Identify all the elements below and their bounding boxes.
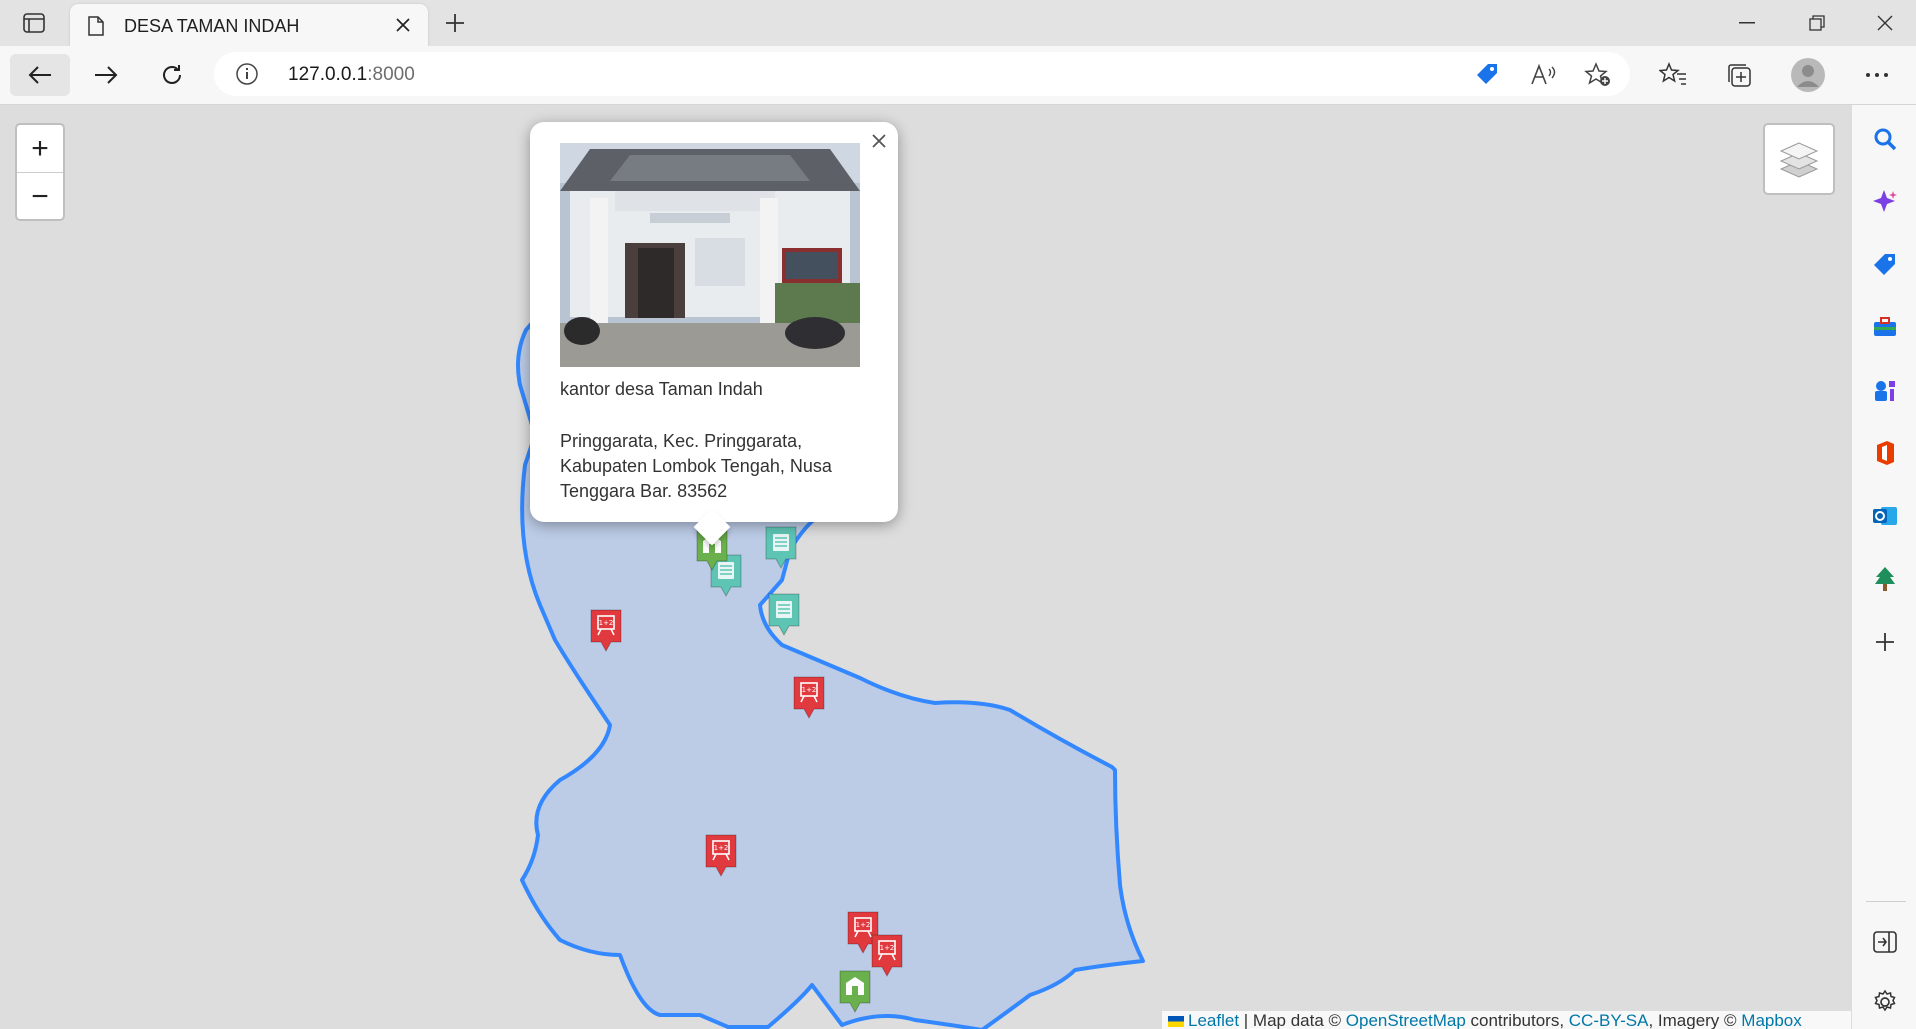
office-icon[interactable]	[1868, 436, 1902, 470]
svg-text:1+2: 1+2	[856, 921, 871, 929]
attribution-text: contributors,	[1465, 1011, 1569, 1029]
osm-link[interactable]: OpenStreetMap	[1346, 1011, 1466, 1029]
plus-icon[interactable]	[440, 8, 470, 38]
office-marker[interactable]	[763, 525, 799, 571]
favorites-icon[interactable]	[1656, 58, 1690, 92]
profile-icon[interactable]	[1791, 58, 1825, 92]
svg-text:1+2: 1+2	[880, 944, 895, 952]
add-favorite-icon[interactable]	[1584, 62, 1610, 88]
license-link[interactable]: CC-BY-SA	[1569, 1011, 1649, 1029]
tree-icon[interactable]	[1868, 562, 1902, 596]
back-arrow-icon[interactable]	[10, 54, 70, 96]
read-aloud-icon[interactable]	[1530, 62, 1556, 88]
school-marker[interactable]: 1+2	[588, 608, 624, 654]
address-bar[interactable]: 127.0.0.1:8000	[214, 52, 1630, 96]
tab-actions-icon[interactable]	[12, 8, 56, 38]
popup-close-icon[interactable]	[868, 130, 890, 152]
add-icon[interactable]	[1868, 625, 1902, 659]
sidebar-divider	[1866, 901, 1906, 902]
restore-icon[interactable]	[1787, 6, 1847, 40]
hide-sidebar-icon[interactable]	[1868, 925, 1902, 959]
close-window-icon[interactable]	[1855, 6, 1915, 40]
browser-toolbar: 127.0.0.1:8000	[0, 46, 1916, 105]
popup-place-name: kantor desa Taman Indah	[560, 379, 763, 399]
school-marker[interactable]: 1+2	[791, 675, 827, 721]
tab-bar: DESA TAMAN INDAH	[0, 0, 1916, 46]
svg-text:1+2: 1+2	[802, 686, 817, 694]
tools-icon[interactable]	[1868, 310, 1902, 344]
page-icon	[88, 16, 104, 41]
map-attribution: Leaflet | Map data © OpenStreetMap contr…	[1162, 1011, 1851, 1029]
layers-control[interactable]	[1763, 123, 1835, 195]
attribution-text: | Map data ©	[1239, 1011, 1346, 1029]
zoom-out-button[interactable]: −	[17, 173, 63, 219]
school-marker[interactable]: 1+2	[869, 933, 905, 979]
layers-icon	[1779, 142, 1819, 178]
attribution-text: , Imagery ©	[1648, 1011, 1742, 1029]
shopping-icon[interactable]	[1868, 248, 1902, 282]
copilot-icon[interactable]	[1868, 185, 1902, 219]
forward-arrow-icon[interactable]	[76, 54, 136, 96]
zoom-control: + −	[15, 123, 65, 221]
info-icon[interactable]	[236, 63, 258, 90]
mapbox-link[interactable]: Mapbox	[1741, 1011, 1801, 1029]
tag-icon[interactable]	[1474, 62, 1500, 88]
browser-tab[interactable]: DESA TAMAN INDAH	[70, 4, 428, 46]
collections-icon[interactable]	[1722, 58, 1756, 92]
more-icon[interactable]	[1860, 58, 1894, 92]
office-marker[interactable]	[766, 592, 802, 638]
school-marker[interactable]: 1+2	[703, 833, 739, 879]
office-photo	[560, 143, 860, 367]
url-host: 127.0.0.1	[288, 64, 368, 85]
ukraine-flag-icon	[1168, 1016, 1184, 1027]
outlook-icon[interactable]	[1868, 499, 1902, 533]
village-boundary[interactable]	[0, 105, 1851, 1029]
map-canvas[interactable]: 1+2 1+2 1+2 1+2 1+2 + − kantor desa Tama…	[0, 105, 1851, 1029]
minimize-icon[interactable]	[1717, 6, 1777, 40]
url-text: 127.0.0.1:8000	[288, 64, 415, 86]
close-icon[interactable]	[392, 14, 414, 36]
health-marker[interactable]	[837, 969, 873, 1015]
search-icon[interactable]	[1868, 122, 1902, 156]
edge-sidebar	[1851, 105, 1916, 1029]
popup-address: Pringgarata, Kec. Pringgarata, Kabupaten…	[560, 431, 832, 501]
svg-text:1+2: 1+2	[714, 844, 729, 852]
settings-icon[interactable]	[1868, 985, 1902, 1019]
zoom-in-button[interactable]: +	[17, 125, 63, 173]
marker-popup: kantor desa Taman Indah Pringgarata, Kec…	[530, 122, 898, 546]
leaflet-link[interactable]: Leaflet	[1188, 1011, 1239, 1029]
url-port: :8000	[367, 64, 415, 85]
games-icon[interactable]	[1868, 373, 1902, 407]
refresh-icon[interactable]	[142, 54, 202, 96]
tab-title: DESA TAMAN INDAH	[124, 16, 300, 36]
svg-text:1+2: 1+2	[599, 619, 614, 627]
